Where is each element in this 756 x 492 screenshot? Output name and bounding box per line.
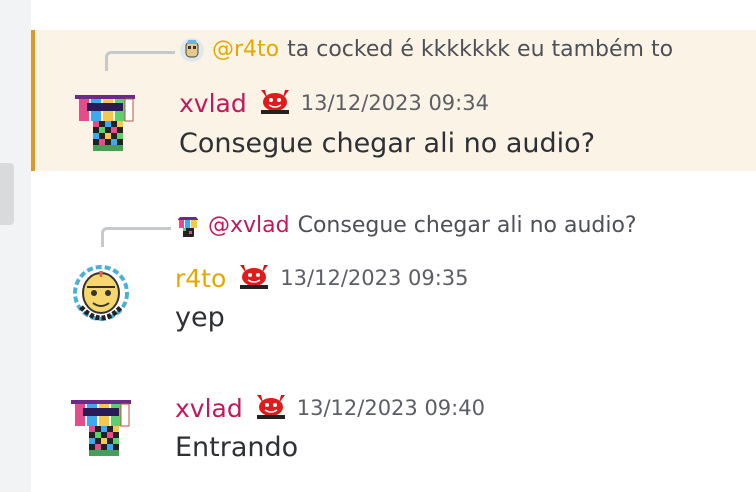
reply-text[interactable]: ta cocked é kkkkkkk eu também to (287, 37, 673, 62)
role-badge-icon[interactable] (243, 391, 297, 425)
message-content: Entrando (175, 432, 299, 463)
timestamp[interactable]: 13/12/2023 09:40 (297, 396, 485, 420)
reply-text[interactable]: Consegue chegar ali no audio? (298, 213, 637, 238)
scrollbar-thumb[interactable] (0, 163, 14, 225)
role-badge-icon[interactable] (226, 261, 280, 295)
message-content: yep (175, 302, 225, 333)
reply-avatar (176, 214, 200, 238)
avatar[interactable] (73, 89, 137, 153)
message-header: xvlad 13/12/2023 09:34 (179, 86, 489, 120)
username[interactable]: xvlad (179, 89, 247, 118)
reply-avatar (180, 37, 204, 62)
message-content: Consegue chegar ali no audio? (179, 128, 596, 159)
message-header: xvlad 13/12/2023 09:40 (175, 391, 485, 425)
reply-preview[interactable]: @r4to ta cocked é kkkkkkk eu também to (180, 37, 673, 62)
message-header: r4to 13/12/2023 09:35 (175, 261, 469, 295)
message-item[interactable]: @r4to ta cocked é kkkkkkk eu também to x… (31, 30, 756, 171)
timestamp[interactable]: 13/12/2023 09:34 (301, 91, 489, 115)
reply-preview[interactable]: @xvlad Consegue chegar ali no audio? (176, 213, 637, 238)
avatar[interactable] (69, 263, 133, 327)
avatar[interactable] (69, 394, 133, 458)
role-badge-icon[interactable] (247, 86, 301, 120)
reply-connector (101, 227, 171, 247)
message-item[interactable]: @xvlad Consegue chegar ali no audio? r4t… (31, 205, 756, 345)
username[interactable]: r4to (175, 264, 226, 293)
message-item[interactable]: xvlad 13/12/2023 09:40 Entrando (31, 382, 756, 492)
username[interactable]: xvlad (175, 394, 243, 423)
reply-mention[interactable]: @xvlad (208, 213, 290, 238)
channel-sidebar-edge (0, 0, 31, 492)
timestamp[interactable]: 13/12/2023 09:35 (280, 266, 468, 290)
reply-connector (105, 51, 175, 71)
reply-mention[interactable]: @r4to (212, 37, 279, 62)
